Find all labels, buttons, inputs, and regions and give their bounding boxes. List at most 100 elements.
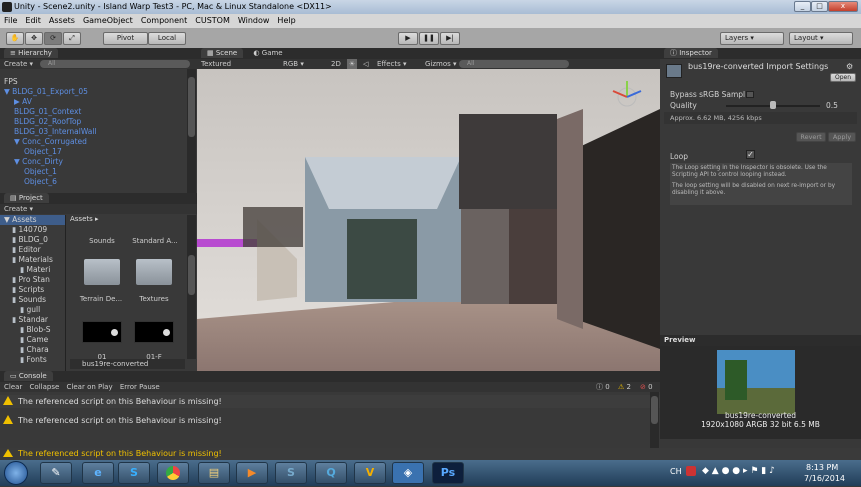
project-scroll-thumb[interactable]: [188, 255, 195, 295]
expand-arrow-icon[interactable]: ▼: [14, 157, 22, 166]
console-scrollbar[interactable]: [650, 392, 659, 448]
status-bar[interactable]: The referenced script on this Behaviour …: [0, 448, 861, 460]
pivot-button[interactable]: Pivot: [103, 32, 148, 45]
project-create-button[interactable]: Create ▾: [4, 205, 33, 213]
project-tree-item[interactable]: ▮ Scripts: [0, 285, 65, 295]
project-tree-item[interactable]: ▮ Fonts: [0, 355, 65, 365]
expand-arrow-icon[interactable]: ▼: [14, 137, 22, 146]
local-button[interactable]: Local: [148, 32, 186, 45]
play-button[interactable]: ▶: [398, 32, 418, 45]
preview-header[interactable]: Preview: [660, 335, 861, 346]
skype-chat-icon[interactable]: S: [275, 462, 307, 484]
tray-icons[interactable]: ◆ ▲ ● ● ▸ ⚑ ▮ ♪: [702, 466, 775, 476]
skype-icon[interactable]: S: [118, 462, 150, 484]
hierarchy-item[interactable]: Object_6: [0, 177, 197, 187]
project-tree-item[interactable]: ▮ Came: [0, 335, 65, 345]
audio-toggle-icon[interactable]: ◁: [363, 59, 368, 69]
media-player-icon[interactable]: ▶: [236, 462, 268, 484]
hierarchy-item[interactable]: BLDG_02_RoofTop: [0, 117, 197, 127]
language-indicator[interactable]: CH: [670, 467, 682, 476]
tab-project[interactable]: ▤ Project: [4, 193, 49, 203]
tab-inspector[interactable]: ⓘ Inspector: [664, 48, 718, 58]
input-method-icon[interactable]: [686, 466, 696, 476]
hierarchy-item[interactable]: ▶ AV: [0, 97, 197, 107]
app-q-icon[interactable]: Q: [315, 462, 347, 484]
menu-assets[interactable]: Assets: [45, 14, 79, 28]
tab-game[interactable]: ◐ Game: [245, 49, 282, 57]
asset-textures-label[interactable]: Textures: [132, 295, 176, 303]
two-d-toggle[interactable]: 2D: [331, 59, 341, 69]
asset-sounds-label[interactable]: Sounds: [80, 237, 124, 245]
hierarchy-item[interactable]: ▼ Conc_Dirty: [0, 157, 197, 167]
vectorworks-icon[interactable]: V: [354, 462, 386, 484]
tab-console[interactable]: ▭ Console: [4, 371, 53, 381]
start-button-icon[interactable]: [4, 461, 28, 485]
internet-explorer-icon[interactable]: e: [82, 462, 114, 484]
move-tool-icon[interactable]: ✥: [25, 32, 43, 45]
asset-standard-label[interactable]: Standard A...: [130, 237, 180, 245]
project-tree-item[interactable]: ▮ Materials: [0, 255, 65, 265]
movie-thumbnail-icon[interactable]: [82, 321, 122, 343]
error-count-icon[interactable]: ⊘ 0: [640, 382, 653, 392]
file-explorer-icon[interactable]: ▤: [198, 462, 230, 484]
project-tree-item[interactable]: ▮ Blob-S: [0, 325, 65, 335]
terrain-folder-icon[interactable]: [84, 259, 120, 285]
revert-button[interactable]: Revert: [796, 132, 826, 142]
project-tree-item[interactable]: ▮ 140709: [0, 225, 65, 235]
settings-gear-icon[interactable]: ⚙: [846, 62, 853, 71]
expand-arrow-icon[interactable]: ▼: [4, 87, 12, 96]
clock-time[interactable]: 8:13 PM: [806, 463, 838, 472]
shading-dropdown[interactable]: Textured: [201, 60, 231, 68]
project-tree-item[interactable]: ▮ Chara: [0, 345, 65, 355]
movie-thumbnail-icon[interactable]: [134, 321, 174, 343]
tree-assets-root[interactable]: ▼ Assets: [0, 215, 65, 225]
hierarchy-item[interactable]: ▼ Conc_Corrugated: [0, 137, 197, 147]
effects-dropdown[interactable]: Effects ▾: [377, 59, 407, 69]
photoshop-icon[interactable]: Ps: [432, 462, 464, 484]
hierarchy-item[interactable]: Object_17: [0, 147, 197, 157]
quality-slider-handle[interactable]: [770, 101, 776, 109]
tab-hierarchy[interactable]: ≡ Hierarchy: [4, 48, 58, 58]
textures-folder-icon[interactable]: [136, 259, 172, 285]
loop-checkbox[interactable]: ✓: [746, 150, 755, 159]
clock-date[interactable]: 7/16/2014: [804, 474, 845, 483]
console-clear-on-play-button[interactable]: Clear on Play: [67, 383, 113, 391]
console-clear-button[interactable]: Clear: [4, 383, 22, 391]
pen-app-icon[interactable]: ✎: [40, 462, 72, 484]
menu-file[interactable]: File: [0, 14, 21, 28]
lighting-toggle-icon[interactable]: ☀: [347, 59, 357, 69]
open-button[interactable]: Open: [830, 73, 856, 82]
gizmos-dropdown[interactable]: Gizmos ▾: [425, 59, 457, 69]
menu-gameobject[interactable]: GameObject: [79, 14, 137, 28]
console-row[interactable]: The referenced script on this Behaviour …: [0, 395, 660, 408]
quality-value[interactable]: 0.5: [826, 101, 838, 110]
project-tree-item[interactable]: ▮ Materi: [0, 265, 65, 275]
hierarchy-item[interactable]: BLDG_01_Context: [0, 107, 197, 117]
asset-terrain-label[interactable]: Terrain De...: [78, 295, 124, 303]
step-button[interactable]: ▶|: [440, 32, 460, 45]
apply-button[interactable]: Apply: [828, 132, 856, 142]
hierarchy-search-input[interactable]: All: [40, 60, 190, 68]
hierarchy-scrollbar[interactable]: [187, 69, 196, 193]
hierarchy-scroll-thumb[interactable]: [188, 77, 195, 137]
rotate-tool-icon[interactable]: ⟳: [44, 32, 62, 45]
render-mode-dropdown[interactable]: RGB ▾: [283, 59, 304, 69]
warning-count-icon[interactable]: ⚠ 2: [618, 382, 631, 392]
scene-search-input[interactable]: All: [459, 60, 569, 68]
hierarchy-item[interactable]: BLDG_03_InternalWall: [0, 127, 197, 137]
hierarchy-create-button[interactable]: Create ▾: [4, 60, 33, 68]
tab-scene[interactable]: ▦ Scene: [201, 48, 244, 58]
layout-dropdown[interactable]: Layout ▾: [789, 32, 853, 45]
project-tree-item[interactable]: ▮ BLDG_0: [0, 235, 65, 245]
close-button[interactable]: x: [828, 1, 858, 12]
hierarchy-item[interactable]: ▼ BLDG_01_Export_05: [0, 87, 197, 97]
project-tree-item[interactable]: ▮ Editor: [0, 245, 65, 255]
console-collapse-button[interactable]: Collapse: [30, 383, 60, 391]
unity-taskbar-icon[interactable]: ◈: [392, 462, 424, 484]
menu-help[interactable]: Help: [273, 14, 299, 28]
console-error-pause-button[interactable]: Error Pause: [120, 383, 160, 391]
project-tree-item[interactable]: ▮ Sounds: [0, 295, 65, 305]
project-tree-item[interactable]: ▮ Pro Stan: [0, 275, 65, 285]
hierarchy-item[interactable]: Object_1: [0, 167, 197, 177]
bypass-srgb-checkbox[interactable]: [746, 91, 754, 98]
